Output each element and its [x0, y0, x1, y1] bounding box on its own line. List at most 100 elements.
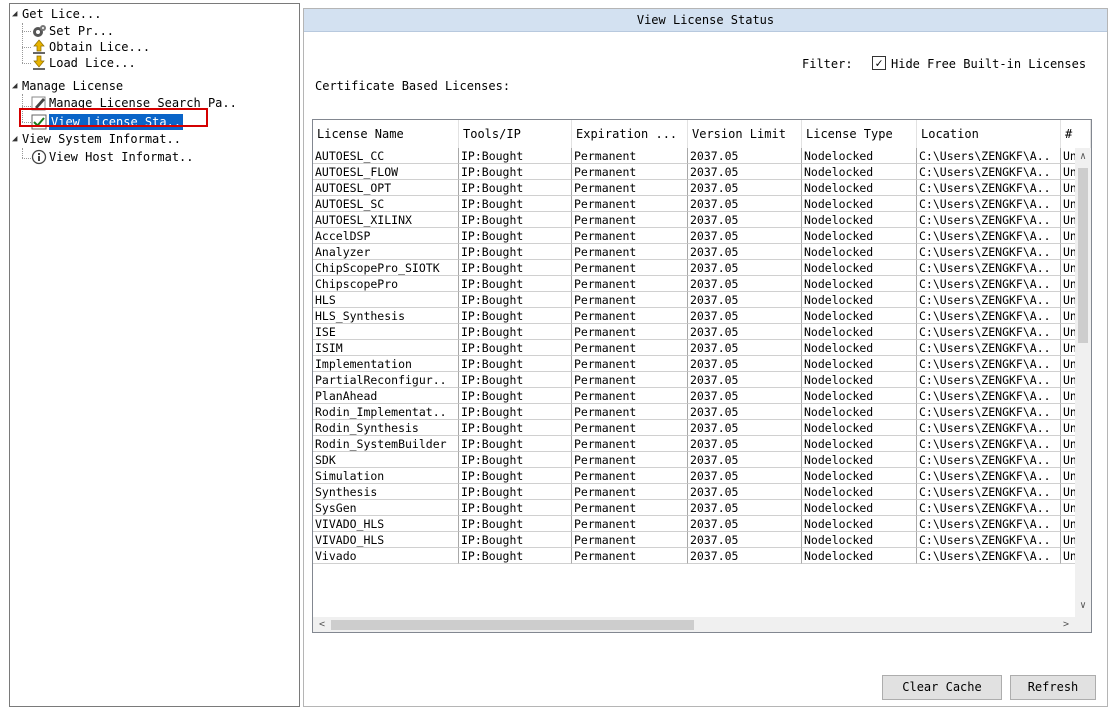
- table-cell: Permanent: [572, 500, 688, 516]
- column-header-license-type[interactable]: License Type: [802, 120, 917, 148]
- table-row[interactable]: PlanAhead IP:Bought Permanent 2037.05 Nodelo…: [313, 388, 1075, 404]
- column-header-license-name[interactable]: License Name: [313, 120, 459, 148]
- column-header-location[interactable]: Location: [917, 120, 1061, 148]
- table-cell: Un: [1061, 388, 1075, 404]
- table-row[interactable]: Rodin_Synthesis IP:Bought Permanent 2037.05…: [313, 420, 1075, 436]
- table-cell: AUTOESL_OPT: [313, 180, 459, 196]
- scrollbar-corner: [1075, 617, 1091, 632]
- table-cell: Permanent: [572, 532, 688, 548]
- scroll-down-arrow-icon[interactable]: ∨: [1075, 599, 1091, 613]
- scroll-up-arrow-icon[interactable]: ∧: [1075, 150, 1091, 164]
- table-row[interactable]: Vivado IP:Bought Permanent 2037.05 Nodelocke…: [313, 548, 1075, 564]
- table-cell: IP:Bought: [459, 244, 572, 260]
- column-header-expiration[interactable]: Expiration ...: [572, 120, 688, 148]
- table-cell: 2037.05: [688, 244, 802, 260]
- table-cell: Permanent: [572, 276, 688, 292]
- horizontal-scrollbar[interactable]: < >: [313, 617, 1075, 632]
- table-row[interactable]: ISIM IP:Bought Permanent 2037.05 Nodelocked C…: [313, 340, 1075, 356]
- scroll-left-arrow-icon[interactable]: <: [315, 617, 329, 632]
- table-row[interactable]: Rodin_SystemBuilder IP:Bought Permanent 203…: [313, 436, 1075, 452]
- certificate-licenses-label: Certificate Based Licenses:: [315, 79, 511, 93]
- clear-cache-button[interactable]: Clear Cache: [882, 675, 1002, 700]
- vertical-scrollbar[interactable]: ∧ ∨: [1075, 148, 1091, 617]
- table-row[interactable]: Simulation IP:Bought Permanent 2037.05 Nodel…: [313, 468, 1075, 484]
- table-cell: HLS_Synthesis: [313, 308, 459, 324]
- vertical-scroll-thumb[interactable]: [1078, 168, 1088, 343]
- table-cell: IP:Bought: [459, 260, 572, 276]
- table-cell: 2037.05: [688, 308, 802, 324]
- table-cell: IP:Bought: [459, 356, 572, 372]
- table-row[interactable]: AUTOESL_SC IP:Bought Permanent 2037.05 Nodel…: [313, 196, 1075, 212]
- table-row[interactable]: ChipscopePro IP:Bought Permanent 2037.05 Nod…: [313, 276, 1075, 292]
- table-cell: IP:Bought: [459, 308, 572, 324]
- table-row[interactable]: SysGen IP:Bought Permanent 2037.05 Nodelocke…: [313, 500, 1075, 516]
- table-cell: Nodelocked: [802, 516, 917, 532]
- hide-free-licenses-checkbox[interactable]: ✓: [872, 56, 886, 70]
- table-row[interactable]: AccelDSP IP:Bought Permanent 2037.05 Nodeloc…: [313, 228, 1075, 244]
- tree-item-view-system-info[interactable]: ◢ View System Informat..: [12, 131, 181, 147]
- table-cell: C:\Users\ZENGKF\A..: [917, 484, 1061, 500]
- column-header-tools-ip[interactable]: Tools/IP: [459, 120, 572, 148]
- table-row[interactable]: AUTOESL_CC IP:Bought Permanent 2037.05 Nodel…: [313, 148, 1075, 164]
- table-cell: Nodelocked: [802, 372, 917, 388]
- horizontal-scroll-thumb[interactable]: [331, 620, 694, 630]
- table-cell: AUTOESL_XILINX: [313, 212, 459, 228]
- table-cell: C:\Users\ZENGKF\A..: [917, 340, 1061, 356]
- table-row[interactable]: AUTOESL_FLOW IP:Bought Permanent 2037.05 Nod…: [313, 164, 1075, 180]
- table-row[interactable]: PartialReconfigur.. IP:Bought Permanent 203…: [313, 372, 1075, 388]
- expanded-triangle-icon[interactable]: ◢: [12, 6, 22, 22]
- table-cell: IP:Bought: [459, 276, 572, 292]
- table-cell: Permanent: [572, 164, 688, 180]
- refresh-button[interactable]: Refresh: [1010, 675, 1096, 700]
- tree-item-get-license[interactable]: ◢ Get Lice...: [12, 6, 101, 22]
- table-row[interactable]: AUTOESL_OPT IP:Bought Permanent 2037.05 Node…: [313, 180, 1075, 196]
- table-cell: C:\Users\ZENGKF\A..: [917, 212, 1061, 228]
- expanded-triangle-icon[interactable]: ◢: [12, 78, 22, 94]
- table-cell: C:\Users\ZENGKF\A..: [917, 196, 1061, 212]
- table-cell: 2037.05: [688, 372, 802, 388]
- column-header-count[interactable]: #: [1061, 120, 1091, 148]
- table-cell: Permanent: [572, 180, 688, 196]
- hide-free-licenses-label[interactable]: Hide Free Built-in Licenses: [891, 57, 1086, 71]
- table-cell: Nodelocked: [802, 164, 917, 180]
- table-row[interactable]: Synthesis IP:Bought Permanent 2037.05 Nodelo…: [313, 484, 1075, 500]
- table-cell: IP:Bought: [459, 420, 572, 436]
- table-row[interactable]: HLS IP:Bought Permanent 2037.05 Nodelocked C:…: [313, 292, 1075, 308]
- tree-item-set-preferences[interactable]: Set Pr...: [31, 23, 114, 39]
- tree-item-manage-license[interactable]: ◢ Manage License: [12, 78, 123, 94]
- table-cell: IP:Bought: [459, 532, 572, 548]
- table-row[interactable]: Implementation IP:Bought Permanent 2037.05 N…: [313, 356, 1075, 372]
- table-cell: Nodelocked: [802, 388, 917, 404]
- table-cell: Nodelocked: [802, 244, 917, 260]
- table-cell: Permanent: [572, 308, 688, 324]
- table-cell: Un: [1061, 516, 1075, 532]
- table-row[interactable]: AUTOESL_XILINX IP:Bought Permanent 2037.05 N…: [313, 212, 1075, 228]
- scroll-right-arrow-icon[interactable]: >: [1059, 617, 1073, 632]
- table-row[interactable]: ChipScopePro_SIOTK IP:Bought Permanent 2037…: [313, 260, 1075, 276]
- table-row[interactable]: Analyzer IP:Bought Permanent 2037.05 Nodeloc…: [313, 244, 1075, 260]
- table-row[interactable]: SDK IP:Bought Permanent 2037.05 Nodelocked C:…: [313, 452, 1075, 468]
- tree-item-load-license[interactable]: Load Lice...: [31, 55, 136, 71]
- table-cell: Nodelocked: [802, 340, 917, 356]
- table-cell: Un: [1061, 276, 1075, 292]
- column-header-version-limit[interactable]: Version Limit: [688, 120, 802, 148]
- table-cell: Un: [1061, 548, 1075, 564]
- table-cell: Un: [1061, 164, 1075, 180]
- tree-item-obtain-license[interactable]: Obtain Lice...: [31, 39, 150, 55]
- tree-item-label: Manage License: [22, 79, 124, 93]
- table-cell: C:\Users\ZENGKF\A..: [917, 532, 1061, 548]
- table-row[interactable]: ISE IP:Bought Permanent 2037.05 Nodelocked C:…: [313, 324, 1075, 340]
- table-row[interactable]: VIVADO_HLS IP:Bought Permanent 2037.05 Nodel…: [313, 532, 1075, 548]
- expanded-triangle-icon[interactable]: ◢: [12, 131, 22, 147]
- table-cell: C:\Users\ZENGKF\A..: [917, 164, 1061, 180]
- table-cell: C:\Users\ZENGKF\A..: [917, 388, 1061, 404]
- table-row[interactable]: HLS_Synthesis IP:Bought Permanent 2037.05 No…: [313, 308, 1075, 324]
- tree-item-view-host-info[interactable]: View Host Informat..: [31, 149, 194, 165]
- table-row[interactable]: VIVADO_HLS IP:Bought Permanent 2037.05 Nodel…: [313, 516, 1075, 532]
- tree-item-label: Obtain Lice...: [49, 40, 151, 54]
- tree-item-label: Get Lice...: [22, 7, 102, 21]
- table-cell: Un: [1061, 468, 1075, 484]
- table-row[interactable]: Rodin_Implementat.. IP:Bought Permanent 203…: [313, 404, 1075, 420]
- table-cell: IP:Bought: [459, 500, 572, 516]
- table-cell: C:\Users\ZENGKF\A..: [917, 548, 1061, 564]
